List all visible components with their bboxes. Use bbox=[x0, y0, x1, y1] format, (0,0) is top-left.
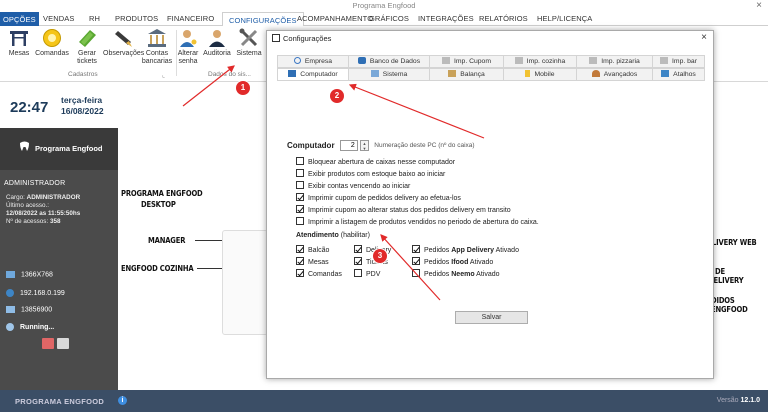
annotation-badge-3: 3 bbox=[373, 249, 387, 263]
annotation-arrow-2 bbox=[348, 83, 485, 139]
annotation-badge-2: 2 bbox=[330, 89, 344, 103]
annotation-arrows bbox=[182, 65, 485, 301]
annotation-arrow-3 bbox=[380, 234, 441, 301]
annotation-arrow-1 bbox=[182, 65, 235, 107]
annotation-badge-1: 1 bbox=[236, 81, 250, 95]
